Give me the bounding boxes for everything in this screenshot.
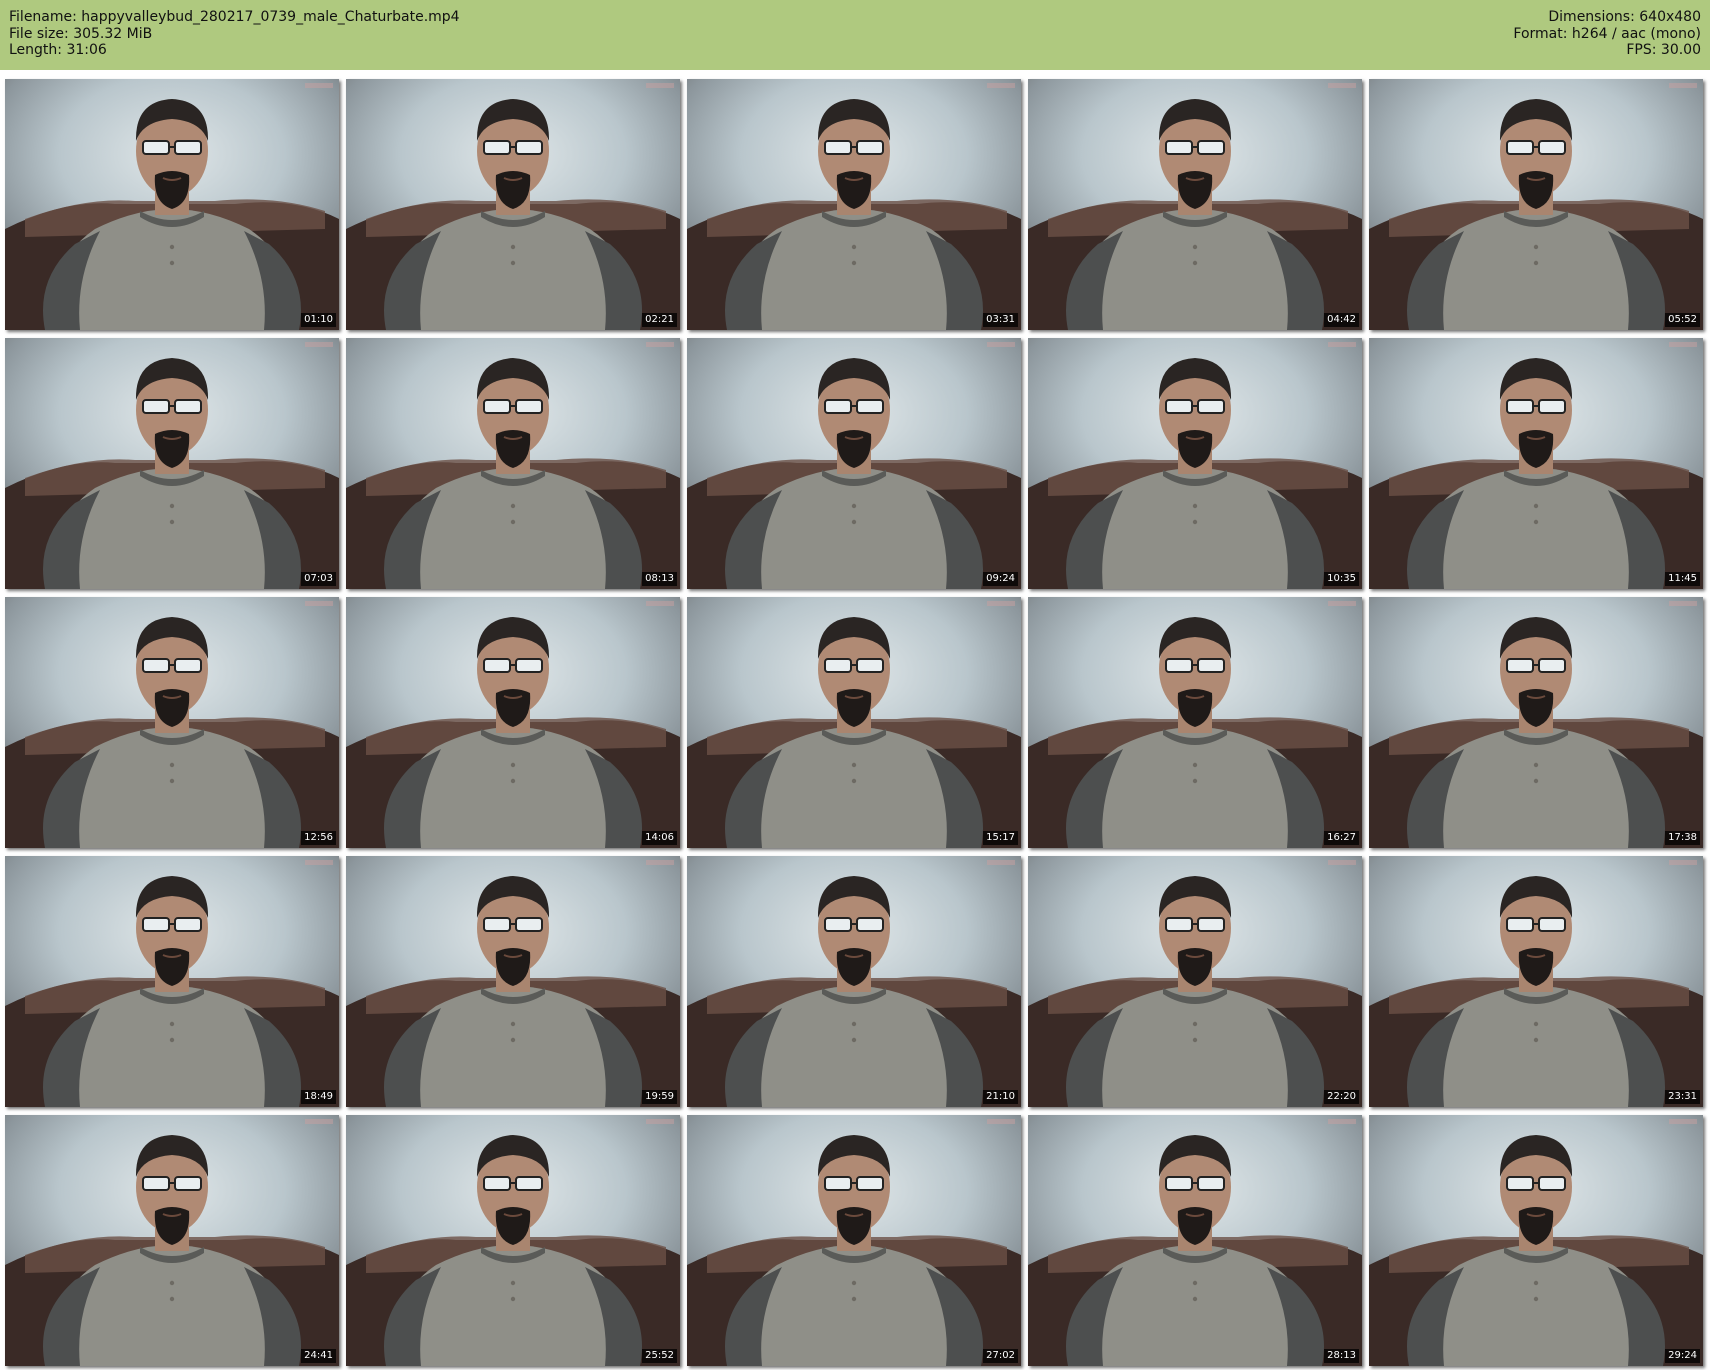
video-thumbnail[interactable]: 03:31 [687, 79, 1021, 330]
video-thumbnail[interactable]: 05:52 [1369, 79, 1703, 330]
timestamp-label: 10:35 [1324, 572, 1359, 586]
video-thumbnail[interactable]: 08:13 [346, 338, 680, 589]
frame-image [1028, 601, 1362, 848]
video-thumbnail[interactable]: 18:49 [5, 856, 339, 1107]
frame-image [5, 860, 339, 1107]
frame-image [687, 1119, 1021, 1366]
timestamp-label: 28:13 [1324, 1349, 1359, 1363]
timestamp-label: 01:10 [301, 313, 336, 327]
video-thumbnail[interactable]: 04:42 [1028, 79, 1362, 330]
timestamp-label: 27:02 [983, 1349, 1018, 1363]
video-thumbnail[interactable]: 12:56 [5, 597, 339, 848]
video-thumbnail[interactable]: 01:10 [5, 79, 339, 330]
frame-image [687, 601, 1021, 848]
video-thumbnail[interactable]: 24:41 [5, 1115, 339, 1366]
frame-image [5, 601, 339, 848]
frame-image [346, 601, 680, 848]
video-thumbnail[interactable]: 29:24 [1369, 1115, 1703, 1366]
video-thumbnail[interactable]: 27:02 [687, 1115, 1021, 1366]
filename-text: Filename: happyvalleybud_280217_0739_mal… [9, 9, 460, 25]
video-thumbnail[interactable]: 14:06 [346, 597, 680, 848]
frame-image [1028, 1119, 1362, 1366]
timestamp-label: 04:42 [1324, 313, 1359, 327]
video-thumbnail[interactable]: 22:20 [1028, 856, 1362, 1107]
video-thumbnail[interactable]: 07:03 [5, 338, 339, 589]
frame-image [1369, 1119, 1703, 1366]
frame-image [687, 860, 1021, 1107]
timestamp-label: 21:10 [983, 1090, 1018, 1104]
video-thumbnail[interactable]: 15:17 [687, 597, 1021, 848]
timestamp-label: 22:20 [1324, 1090, 1359, 1104]
frame-image [346, 342, 680, 589]
format-text: Format: h264 / aac (mono) [1513, 25, 1701, 42]
timestamp-label: 29:24 [1665, 1349, 1700, 1363]
timestamp-label: 12:56 [301, 831, 336, 845]
thumbnail-grid: 01:10 02:21 03:31 04:42 05:52 07:03 08:1… [5, 79, 1703, 1366]
video-thumbnail[interactable]: 16:27 [1028, 597, 1362, 848]
frame-image [1028, 342, 1362, 589]
frame-image [346, 860, 680, 1107]
frame-image [1028, 83, 1362, 330]
video-thumbnail[interactable]: 21:10 [687, 856, 1021, 1107]
timestamp-label: 03:31 [983, 313, 1018, 327]
frame-image [5, 1119, 339, 1366]
timestamp-label: 05:52 [1665, 313, 1700, 327]
file-info-right: Dimensions: 640x480 Format: h264 / aac (… [1513, 9, 1701, 59]
video-thumbnail[interactable]: 10:35 [1028, 338, 1362, 589]
frame-image [1369, 83, 1703, 330]
frame-image [346, 83, 680, 330]
video-thumbnail[interactable]: 02:21 [346, 79, 680, 330]
timestamp-label: 02:21 [642, 313, 677, 327]
timestamp-label: 08:13 [642, 572, 677, 586]
video-thumbnail[interactable]: 23:31 [1369, 856, 1703, 1107]
video-thumbnail[interactable]: 19:59 [346, 856, 680, 1107]
timestamp-label: 17:38 [1665, 831, 1700, 845]
frame-image [687, 342, 1021, 589]
timestamp-label: 09:24 [983, 572, 1018, 586]
frame-image [5, 342, 339, 589]
timestamp-label: 19:59 [642, 1090, 677, 1104]
video-thumbnail[interactable]: 17:38 [1369, 597, 1703, 848]
file-info-left: Filename: happyvalleybud_280217_0739_mal… [9, 9, 460, 59]
timestamp-label: 15:17 [983, 831, 1018, 845]
length-text: Length: 31:06 [9, 42, 107, 58]
video-thumbnail[interactable]: 11:45 [1369, 338, 1703, 589]
video-thumbnail[interactable]: 09:24 [687, 338, 1021, 589]
timestamp-label: 07:03 [301, 572, 336, 586]
timestamp-label: 24:41 [301, 1349, 336, 1363]
frame-image [1369, 860, 1703, 1107]
frame-image [346, 1119, 680, 1366]
timestamp-label: 14:06 [642, 831, 677, 845]
frame-image [5, 83, 339, 330]
timestamp-label: 16:27 [1324, 831, 1359, 845]
info-header: Filename: happyvalleybud_280217_0739_mal… [0, 0, 1710, 70]
timestamp-label: 11:45 [1665, 572, 1700, 586]
filesize-text: File size: 305.32 MiB [9, 25, 153, 42]
video-thumbnail[interactable]: 25:52 [346, 1115, 680, 1366]
fps-text: FPS: 30.00 [1626, 42, 1701, 58]
video-thumbnail[interactable]: 28:13 [1028, 1115, 1362, 1366]
timestamp-label: 25:52 [642, 1349, 677, 1363]
frame-image [1369, 342, 1703, 589]
frame-image [687, 83, 1021, 330]
timestamp-label: 18:49 [301, 1090, 336, 1104]
timestamp-label: 23:31 [1665, 1090, 1700, 1104]
frame-image [1369, 601, 1703, 848]
dimensions-text: Dimensions: 640x480 [1548, 9, 1701, 25]
frame-image [1028, 860, 1362, 1107]
